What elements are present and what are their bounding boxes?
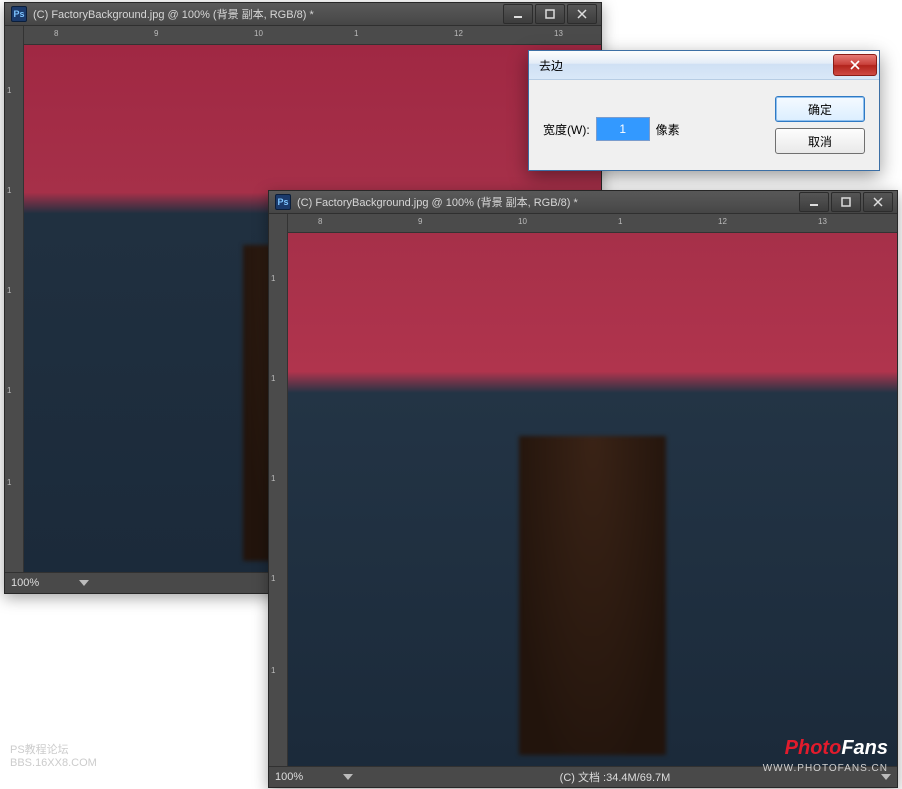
titlebar[interactable]: Ps (C) FactoryBackground.jpg @ 100% (背景 … xyxy=(269,191,897,214)
ruler-tick: 1 xyxy=(271,666,275,675)
document-title: (C) FactoryBackground.jpg @ 100% (背景 副本,… xyxy=(33,6,501,22)
watermark-left: PS教程论坛 BBS.16XX8.COM xyxy=(10,744,97,772)
ruler-tick: 12 xyxy=(718,217,727,226)
close-button[interactable] xyxy=(863,192,893,212)
status-menu-icon[interactable] xyxy=(79,580,89,586)
ruler-tick: 8 xyxy=(54,29,58,38)
dialog-close-button[interactable] xyxy=(833,54,877,76)
ruler-tick: 12 xyxy=(454,29,463,38)
ruler-vertical[interactable]: 1 1 1 1 1 xyxy=(5,26,24,572)
status-menu-icon[interactable] xyxy=(343,774,353,780)
dialog-title: 去边 xyxy=(539,57,833,74)
document-info: (C) 文档 :34.4M/69.7M xyxy=(363,769,867,785)
ruler-horizontal[interactable]: 8 9 10 1 12 13 xyxy=(24,26,601,45)
unit-label: 像素 xyxy=(656,121,680,138)
maximize-button[interactable] xyxy=(831,192,861,212)
app-icon: Ps xyxy=(11,6,27,22)
minimize-icon xyxy=(809,197,819,207)
editor-window-front: Ps (C) FactoryBackground.jpg @ 100% (背景 … xyxy=(268,190,898,788)
ruler-tick: 13 xyxy=(554,29,563,38)
watermark-text: BBS.16XX8.COM xyxy=(10,757,97,771)
minimize-button[interactable] xyxy=(799,192,829,212)
document-canvas[interactable] xyxy=(288,233,897,766)
zoom-level[interactable]: 100% xyxy=(11,577,65,589)
ruler-tick: 13 xyxy=(818,217,827,226)
ruler-tick: 1 xyxy=(271,374,275,383)
ruler-vertical[interactable]: 1 1 1 1 1 xyxy=(269,214,288,766)
ruler-tick: 10 xyxy=(254,29,263,38)
ruler-tick: 1 xyxy=(7,386,11,395)
titlebar[interactable]: Ps (C) FactoryBackground.jpg @ 100% (背景 … xyxy=(5,3,601,26)
status-bar: 100% (C) 文档 :34.4M/69.7M xyxy=(269,766,897,787)
width-input[interactable]: 1 xyxy=(596,117,650,141)
defringe-dialog: 去边 宽度(W): 1 像素 确定 取消 xyxy=(528,50,880,171)
ruler-tick: 1 xyxy=(271,474,275,483)
ruler-horizontal[interactable]: 8 9 10 1 12 13 xyxy=(288,214,897,233)
close-icon xyxy=(850,60,860,70)
close-icon xyxy=(577,9,587,19)
ruler-tick: 9 xyxy=(154,29,158,38)
ruler-tick: 9 xyxy=(418,217,422,226)
close-icon xyxy=(873,197,883,207)
width-label: 宽度(W): xyxy=(543,121,590,138)
watermark-text: PS教程论坛 xyxy=(10,744,97,758)
status-menu-icon[interactable] xyxy=(881,774,891,780)
zoom-level[interactable]: 100% xyxy=(275,771,329,783)
ruler-tick: 1 xyxy=(7,478,11,487)
ruler-tick: 1 xyxy=(7,286,11,295)
ruler-tick: 1 xyxy=(7,186,11,195)
ruler-tick: 8 xyxy=(318,217,322,226)
document-title: (C) FactoryBackground.jpg @ 100% (背景 副本,… xyxy=(297,194,797,210)
ruler-tick: 10 xyxy=(518,217,527,226)
ruler-tick: 1 xyxy=(7,86,11,95)
ok-button[interactable]: 确定 xyxy=(775,96,865,122)
ruler-tick: 1 xyxy=(271,574,275,583)
minimize-icon xyxy=(513,9,523,19)
ruler-tick: 1 xyxy=(354,29,358,38)
canvas-image xyxy=(288,233,897,766)
close-button[interactable] xyxy=(567,4,597,24)
cancel-button[interactable]: 取消 xyxy=(775,128,865,154)
dialog-titlebar[interactable]: 去边 xyxy=(529,51,879,80)
maximize-icon xyxy=(545,9,555,19)
maximize-button[interactable] xyxy=(535,4,565,24)
ruler-tick: 1 xyxy=(271,274,275,283)
app-icon: Ps xyxy=(275,194,291,210)
minimize-button[interactable] xyxy=(503,4,533,24)
ruler-tick: 1 xyxy=(618,217,622,226)
maximize-icon xyxy=(841,197,851,207)
